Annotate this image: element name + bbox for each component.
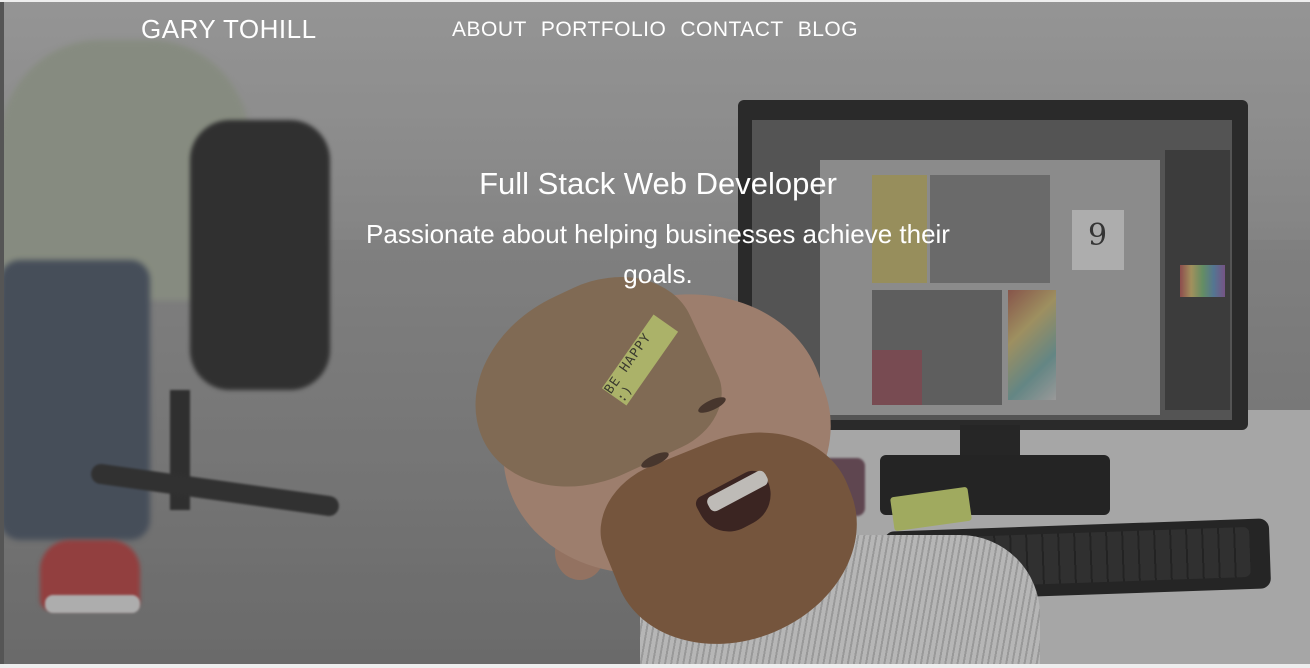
nav-about[interactable]: ABOUT: [452, 18, 527, 42]
left-border: [0, 0, 4, 668]
nav-blog[interactable]: BLOG: [798, 18, 858, 42]
hero-section: 9 BE HAPPY :) GARY TOHILL ABOUT PORTFOLI…: [0, 0, 1310, 668]
main-nav: ABOUT PORTFOLIO CONTACT BLOG: [452, 18, 858, 42]
hero-subtitle: Passionate about helping businesses achi…: [366, 219, 950, 289]
hero-title: Full Stack Web Developer: [479, 166, 837, 201]
bottom-border: [0, 664, 1310, 668]
top-border: [0, 0, 1310, 2]
dark-overlay: [0, 0, 1310, 668]
brand-logo[interactable]: GARY TOHILL: [141, 14, 317, 45]
nav-contact[interactable]: CONTACT: [680, 18, 783, 42]
nav-portfolio[interactable]: PORTFOLIO: [541, 18, 666, 42]
